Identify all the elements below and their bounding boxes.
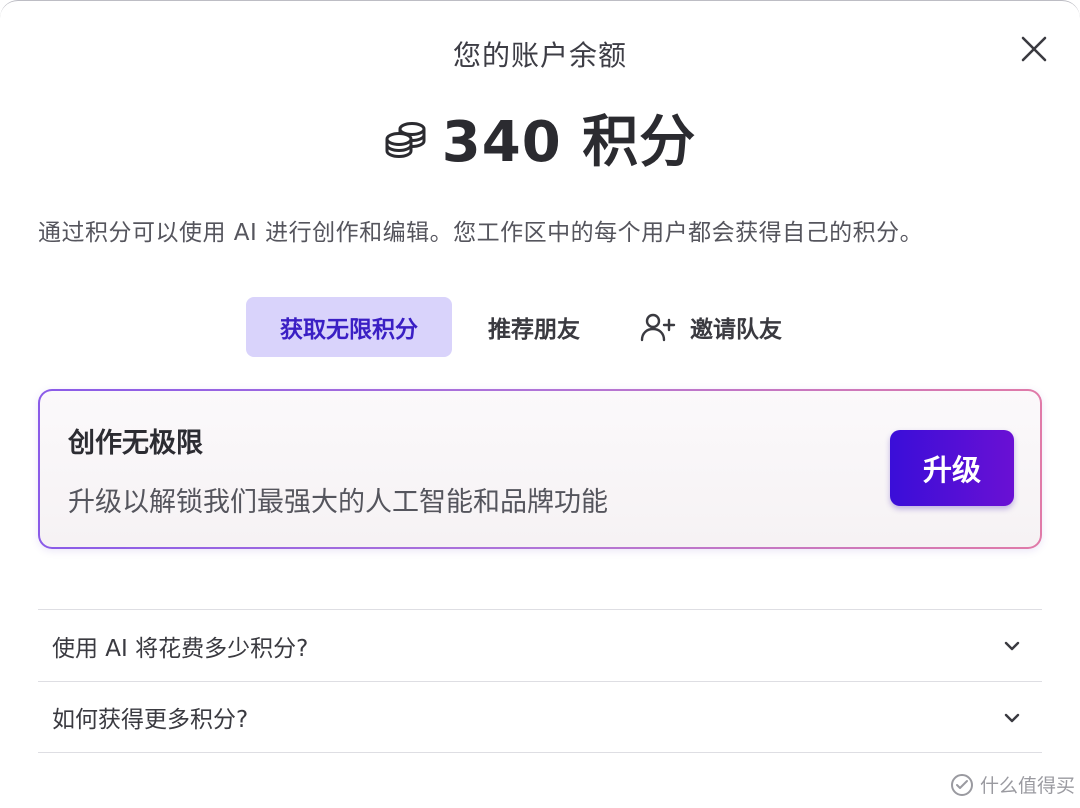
faq-question: 如何获得更多积分?: [52, 707, 249, 733]
chevron-down-icon: [1004, 713, 1020, 723]
watermark: 什么值得买: [950, 771, 1075, 798]
faq-item-credit-cost[interactable]: 使用 AI 将花费多少积分?: [38, 609, 1042, 681]
credits-modal: 您的账户余额 340 积分 通过积分可以使用 AI 进行创作和编辑。您工作区中的…: [0, 0, 1080, 808]
close-icon: [1021, 36, 1047, 62]
promo-subtitle: 升级以解锁我们最强大的人工智能和品牌功能: [68, 487, 608, 518]
tab-label: 推荐朋友: [488, 317, 580, 343]
faq-question: 使用 AI 将花费多少积分?: [52, 635, 309, 662]
credits-description: 通过积分可以使用 AI 进行创作和编辑。您工作区中的每个用户都会获得自己的积分。: [38, 220, 924, 246]
balance-display: 340 积分: [0, 99, 1080, 175]
faq-list: 使用 AI 将花费多少积分? 如何获得更多积分?: [38, 609, 1042, 753]
tab-label: 获取无限积分: [280, 317, 418, 343]
promo-title: 创作无极限: [68, 428, 203, 459]
watermark-text: 什么值得买: [980, 775, 1076, 797]
credits-tabs: 获取无限积分 推荐朋友 邀请队友: [246, 297, 782, 357]
upgrade-promo-card: 创作无极限 升级以解锁我们最强大的人工智能和品牌功能 升级: [38, 389, 1042, 549]
promo-card-body: 创作无极限 升级以解锁我们最强大的人工智能和品牌功能 升级: [40, 391, 1040, 547]
balance-amount: 340 积分: [441, 109, 697, 175]
add-user-icon: [640, 313, 676, 342]
chevron-down-icon: [1004, 641, 1020, 651]
watermark-logo-icon: [951, 773, 973, 796]
tab-invite-teammates[interactable]: 邀请队友: [640, 297, 782, 357]
faq-item-get-more-credits[interactable]: 如何获得更多积分?: [38, 681, 1042, 753]
tab-get-unlimited-credits[interactable]: 获取无限积分: [246, 297, 452, 357]
modal-title: 您的账户余额: [452, 39, 627, 72]
tab-refer-friends[interactable]: 推荐朋友: [488, 297, 580, 357]
coins-icon: [385, 122, 426, 159]
upgrade-button[interactable]: 升级: [890, 430, 1014, 506]
close-button[interactable]: [1016, 31, 1052, 67]
tab-label: 邀请队友: [690, 317, 782, 343]
